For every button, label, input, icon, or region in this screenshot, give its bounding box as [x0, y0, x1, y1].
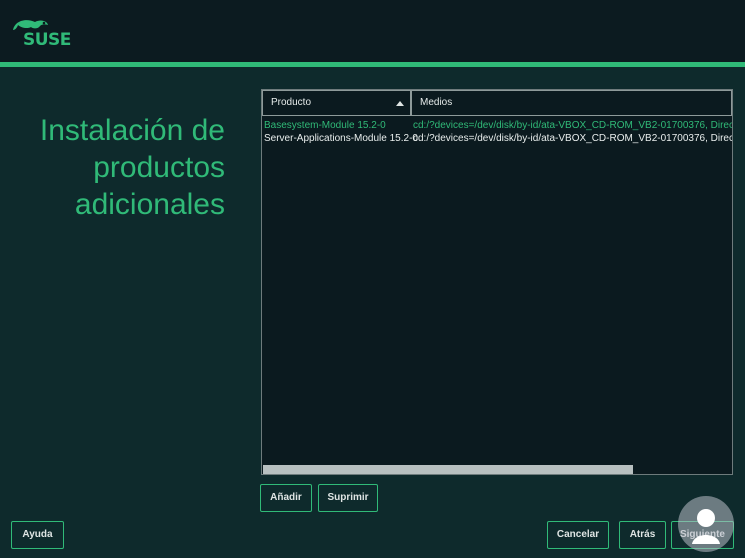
table-row[interactable]: Basesystem-Module 15.2-0 cd:/?devices=/d… — [262, 119, 732, 132]
page-title: Instalación de productos adicionales — [40, 112, 225, 223]
scrollbar-thumb[interactable] — [263, 465, 633, 474]
logo-text: SUSE — [23, 30, 71, 50]
remove-button[interactable]: Suprimir — [318, 484, 378, 512]
row-product-cell: Server-Applications-Module 15.2-0 — [264, 133, 418, 144]
table-header: Producto Medios — [262, 90, 732, 118]
back-button[interactable]: Atrás — [619, 521, 666, 549]
row-media-cell: cd:/?devices=/dev/disk/by-id/ata-VBOX_CD… — [413, 120, 732, 131]
column-header-label: Producto — [271, 97, 312, 108]
horizontal-scrollbar[interactable] — [262, 463, 732, 474]
help-button[interactable]: Ayuda — [11, 521, 64, 549]
page-title-line-3: adicionales — [74, 188, 225, 221]
column-header-producto[interactable]: Producto — [262, 90, 411, 116]
column-header-medios[interactable]: Medios — [411, 90, 732, 116]
cancel-button[interactable]: Cancelar — [547, 521, 609, 549]
suse-logo: SUSE — [11, 16, 81, 50]
page-title-line-2: productos — [93, 151, 225, 184]
products-table[interactable]: Producto Medios Basesystem-Module 15.2-0… — [261, 89, 733, 475]
row-product-cell: Basesystem-Module 15.2-0 — [264, 120, 386, 131]
header-bar: SUSE — [0, 0, 745, 62]
add-button[interactable]: Añadir — [260, 484, 312, 512]
page-title-line-1: Instalación de — [39, 114, 225, 147]
column-header-label: Medios — [420, 97, 453, 108]
sort-ascending-icon — [396, 101, 404, 106]
person-icon — [678, 496, 734, 552]
table-row[interactable]: Server-Applications-Module 15.2-0 cd:/?d… — [262, 132, 732, 145]
row-media-cell: cd:/?devices=/dev/disk/by-id/ata-VBOX_CD… — [413, 133, 732, 144]
